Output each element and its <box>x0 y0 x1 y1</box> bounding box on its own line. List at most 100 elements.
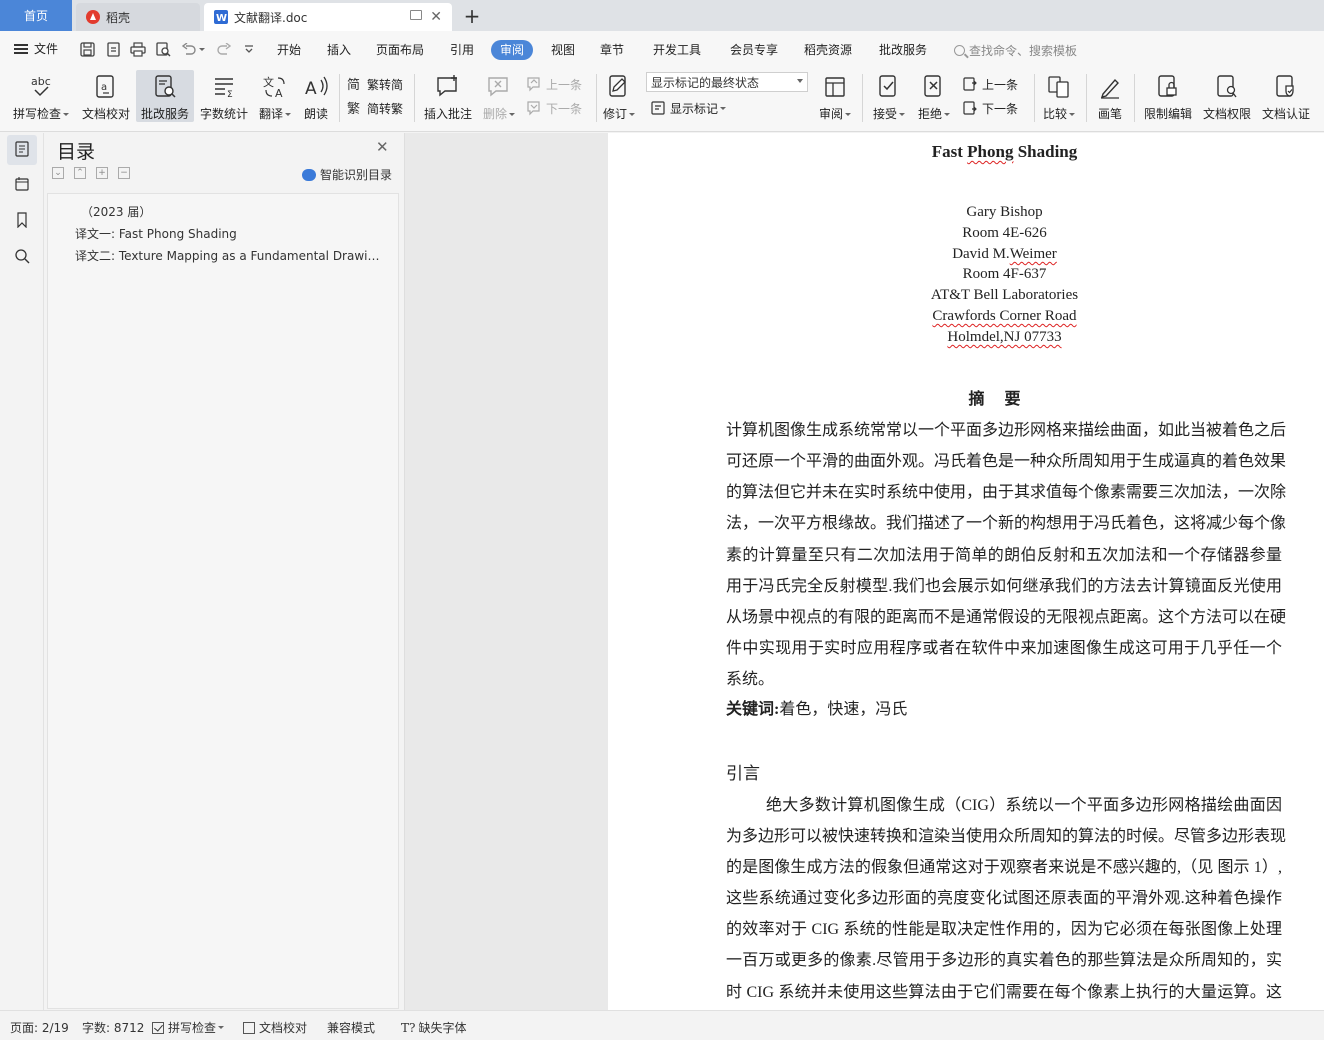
simp-to-trad-button[interactable]: 繁 简转繁 <box>347 98 403 118</box>
next-change-button[interactable]: 下一条 <box>962 98 1018 118</box>
intro-line: 的效率对于 CIG 系统的性能是取决定性作用的，因为它必须在每张图像上处理 <box>726 921 1282 938</box>
trad-to-simp-icon: 简 <box>347 76 363 92</box>
menu-page-layout[interactable]: 页面布局 <box>376 40 424 60</box>
document-title-text: Fast Phong Shading <box>931 142 1078 161</box>
tab-home[interactable]: 首页 <box>0 0 72 31</box>
toc-item[interactable]: （2023 届） <box>81 203 381 220</box>
status-spell-check[interactable]: 拼写检查 <box>152 1019 225 1036</box>
outline-icon <box>14 140 30 160</box>
pen-button[interactable]: 画笔 <box>1092 70 1128 122</box>
page-indicator[interactable]: 页面: 2/19 <box>10 1019 69 1036</box>
delete-comment-label: 删除 <box>482 107 507 121</box>
word-count-indicator[interactable]: 字数: 8712 <box>82 1019 144 1036</box>
compat-mode[interactable]: 兼容模式 <box>327 1019 375 1036</box>
next-change-icon <box>962 100 978 116</box>
tab-document[interactable]: W 文献翻译.doc ✕ <box>204 3 452 31</box>
review-service-button[interactable]: 批改服务 <box>136 70 194 122</box>
translate-button[interactable]: 文A 翻译 <box>256 70 294 122</box>
ribbon-separator <box>596 74 597 122</box>
insert-comment-button[interactable]: 插入批注 <box>422 70 474 122</box>
menu-section[interactable]: 章节 <box>600 40 624 60</box>
menu-references[interactable]: 引用 <box>450 40 474 60</box>
delete-comment-button[interactable]: 删除 <box>480 70 518 122</box>
save-icon[interactable] <box>78 40 96 58</box>
read-aloud-button[interactable]: A 朗读 <box>298 70 334 122</box>
svg-text:abc: abc <box>31 75 51 88</box>
doc-certify-button[interactable]: 文档认证 <box>1258 70 1314 122</box>
add-heading-icon[interactable]: + <box>96 167 108 179</box>
file-menu-button[interactable]: 文件 <box>14 40 58 57</box>
review-pane-button[interactable]: 审阅 <box>816 70 854 122</box>
author-line: David M.Weimer <box>608 246 1324 263</box>
next-comment-button[interactable]: 下一条 <box>526 98 582 118</box>
remove-heading-icon[interactable]: − <box>118 167 130 179</box>
read-aloud-icon: A <box>303 74 329 100</box>
svg-text:简: 简 <box>347 77 360 92</box>
markup-state-select[interactable]: 显示标记的最终状态 <box>646 72 808 92</box>
permission-doc-icon <box>1214 74 1240 100</box>
menu-review[interactable]: 审阅 <box>491 40 534 60</box>
document-page[interactable]: Fast Phong Shading Gary Bishop Room 4E-6… <box>608 133 1324 1010</box>
undo-dropdown-icon[interactable] <box>196 40 206 58</box>
next-comment-icon <box>526 100 542 116</box>
menu-review-service[interactable]: 批改服务 <box>879 40 927 60</box>
collapse-all-icon[interactable]: ⌄ <box>52 167 64 179</box>
prev-change-button[interactable]: 上一条 <box>962 74 1018 94</box>
show-markup-button[interactable]: 显示标记 <box>650 98 727 118</box>
close-icon[interactable]: ✕ <box>376 138 389 156</box>
toc-toolbar: ⌄ ⌃ + − <box>52 167 130 179</box>
trad-to-simp-button[interactable]: 简 繁转简 <box>347 74 403 94</box>
accept-button[interactable]: 接受 <box>870 70 908 122</box>
smart-toc-button[interactable]: 智能识别目录 <box>302 166 392 183</box>
prev-comment-button[interactable]: 上一条 <box>526 74 582 94</box>
menu-member[interactable]: 会员专享 <box>730 40 778 60</box>
track-changes-button[interactable]: 修订 <box>600 70 638 122</box>
read-aloud-label: 朗读 <box>303 107 328 121</box>
export-pdf-icon[interactable] <box>104 40 122 58</box>
status-doc-proof[interactable]: 文档校对 <box>243 1019 307 1036</box>
reject-button[interactable]: 拒绝 <box>915 70 953 122</box>
print-preview-icon[interactable] <box>154 40 172 58</box>
redo-icon[interactable] <box>214 40 232 58</box>
simp-to-trad-icon: 繁 <box>347 100 363 116</box>
intro-line: 一百万或更多的像素.尽管用于多边形的真实着色的那些算法是众所周知的，实 <box>726 952 1282 969</box>
restrict-edit-button[interactable]: 限制编辑 <box>1140 70 1196 122</box>
accept-label: 接受 <box>872 107 897 121</box>
menu-view[interactable]: 视图 <box>551 40 575 60</box>
window-mode-icon[interactable] <box>410 10 422 20</box>
tab-daoke[interactable]: 稻壳 <box>76 3 200 31</box>
keywords-label: 关键词: <box>726 701 780 718</box>
toc-item[interactable]: 译文二: Texture Mapping as a Fundamental Dr… <box>75 247 381 264</box>
close-tab-icon[interactable]: ✕ <box>430 9 442 25</box>
intro-line: 的是图像生成方法的假象但通常这对于观察者来说是不感兴趣的,（见 图示 1）, <box>726 859 1282 876</box>
trad-to-simp-label: 繁转简 <box>367 77 404 92</box>
prev-comment-label: 上一条 <box>546 77 583 92</box>
rail-navigation-button[interactable] <box>7 170 37 200</box>
missing-font-button[interactable]: T? 缺失字体 <box>401 1019 466 1036</box>
word-count-button[interactable]: Σ 字数统计 <box>197 70 251 122</box>
command-search[interactable]: 查找命令、搜索模板 <box>954 40 1077 60</box>
missing-font-icon: T? <box>401 1020 416 1035</box>
menu-daoke-resources[interactable]: 稻壳资源 <box>804 40 852 60</box>
rail-search-button[interactable] <box>7 242 37 272</box>
new-tab-button[interactable]: + <box>460 3 484 29</box>
customize-toolbar-icon[interactable] <box>240 40 258 58</box>
menu-developer[interactable]: 开发工具 <box>653 40 701 60</box>
rail-toc-button[interactable] <box>7 135 37 165</box>
status-spell-check-label: 拼写检查 <box>168 1021 217 1035</box>
menu-home[interactable]: 开始 <box>277 40 301 60</box>
toc-item[interactable]: 译文一: Fast Phong Shading <box>75 225 385 242</box>
print-icon[interactable] <box>129 40 147 58</box>
rail-bookmark-button[interactable] <box>7 206 37 236</box>
spell-check-button[interactable]: abc 拼写检查 <box>8 70 74 122</box>
svg-text:W: W <box>216 13 227 24</box>
doc-proof-button[interactable]: a 文档校对 <box>78 70 134 122</box>
review-pane-label: 审阅 <box>818 107 843 121</box>
track-changes-label: 修订 <box>602 107 627 121</box>
keywords-value: 着色，快速，冯氏 <box>779 701 908 718</box>
doc-permission-button[interactable]: 文档权限 <box>1199 70 1255 122</box>
compare-button[interactable]: 比较 <box>1040 70 1078 122</box>
expand-all-icon[interactable]: ⌃ <box>74 167 86 179</box>
spell-check-label: 拼写检查 <box>12 107 61 121</box>
menu-insert[interactable]: 插入 <box>327 40 351 60</box>
